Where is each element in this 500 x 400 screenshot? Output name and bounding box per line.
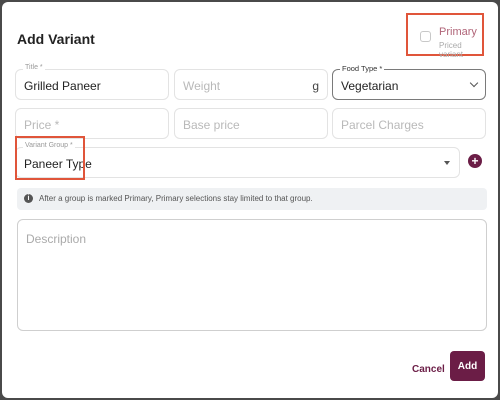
food-type-value: Vegetarian [341, 79, 399, 93]
price-field[interactable]: Price * [15, 108, 169, 139]
weight-field[interactable]: Weight g [174, 69, 328, 100]
food-type-select[interactable]: Food Type * Vegetarian [332, 64, 486, 100]
info-icon: i [24, 194, 33, 203]
info-banner: i After a group is marked Primary, Prima… [17, 188, 487, 210]
dropdown-arrow-icon [444, 161, 450, 165]
food-type-label: Food Type * [340, 64, 385, 73]
dialog-footer: Cancel Add [2, 340, 498, 396]
chevron-down-icon [469, 78, 479, 88]
primary-checkbox[interactable] [420, 31, 431, 42]
primary-label: Primary [439, 26, 477, 38]
primary-toggle-highlight: Primary Priced variant [406, 13, 484, 59]
price-placeholder: Price * [24, 118, 60, 132]
base-price-placeholder: Base price [183, 118, 240, 132]
weight-unit: g [312, 79, 319, 93]
weight-placeholder: Weight [183, 79, 221, 93]
add-variant-group-button[interactable]: + [468, 154, 482, 168]
add-variant-dialog: Add Variant Primary Priced variant Title… [2, 2, 498, 398]
cancel-button[interactable]: Cancel [412, 364, 445, 375]
description-placeholder: Description [26, 232, 87, 246]
parcel-charges-placeholder: Parcel Charges [341, 118, 424, 132]
primary-sublabel: Priced variant [439, 41, 464, 59]
parcel-charges-field[interactable]: Parcel Charges [332, 108, 486, 139]
title-value: Grilled Paneer [24, 79, 101, 93]
variant-group-highlight [15, 136, 85, 180]
description-textarea[interactable]: Description [17, 219, 487, 331]
info-text: After a group is marked Primary, Primary… [39, 194, 313, 203]
dialog-title: Add Variant [17, 31, 95, 47]
title-field[interactable]: Title * Grilled Paneer [15, 64, 169, 100]
base-price-field[interactable]: Base price [174, 108, 328, 139]
title-label: Title * [23, 64, 45, 71]
add-button[interactable]: Add [450, 351, 485, 381]
